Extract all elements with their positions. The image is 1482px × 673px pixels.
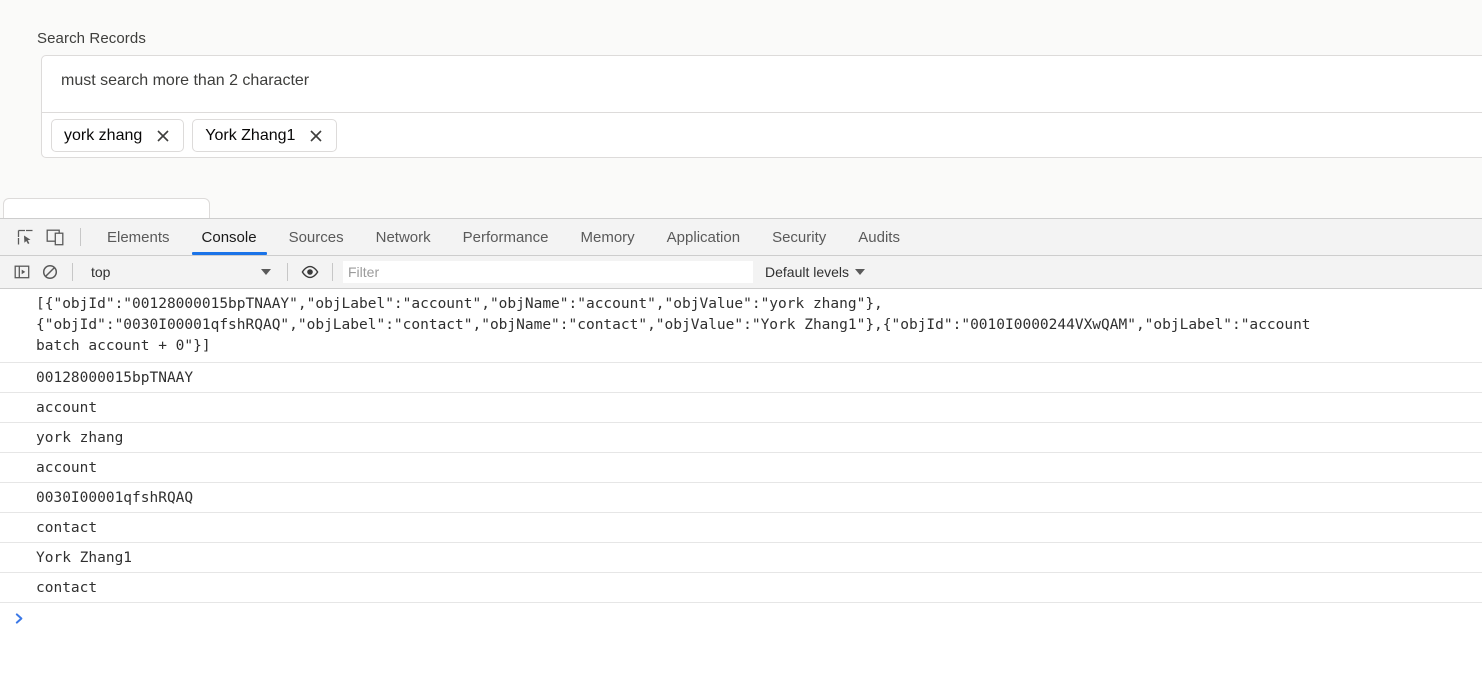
- console-log-row: contact: [0, 573, 1482, 603]
- clear-console-icon[interactable]: [36, 256, 64, 288]
- console-log-row: account: [0, 453, 1482, 483]
- console-log-row: contact: [0, 513, 1482, 543]
- tab-label: Console: [201, 228, 257, 246]
- inspect-element-icon[interactable]: [10, 219, 40, 255]
- log-levels-label: Default levels: [765, 264, 850, 280]
- live-expression-eye-icon[interactable]: [296, 256, 324, 288]
- device-toolbar-icon[interactable]: [40, 219, 70, 255]
- chevron-down-icon: [855, 269, 866, 275]
- toolbar-divider: [72, 263, 73, 281]
- chip-label: York Zhang1: [205, 126, 296, 144]
- devtools-panel: Elements Console Sources Network Performance…: [0, 218, 1482, 673]
- close-icon[interactable]: [305, 125, 327, 147]
- page-title: Search Records: [37, 30, 146, 47]
- chip-label: york zhang: [64, 126, 143, 144]
- search-records-page: Search Records york zhang York Zhang1: [0, 0, 1482, 218]
- page-residual-field: [3, 198, 210, 218]
- devtools-tabs: Elements Console Sources Network Performance…: [91, 219, 916, 255]
- tab-security[interactable]: Security: [756, 219, 842, 255]
- tab-sources[interactable]: Sources: [273, 219, 360, 255]
- console-log-row: [{"objId":"00128000015bpTNAAY","objLabel…: [0, 289, 1482, 363]
- console-log-rows: [{"objId":"00128000015bpTNAAY","objLabel…: [0, 289, 1482, 603]
- tab-performance[interactable]: Performance: [447, 219, 565, 255]
- console-log-row: York Zhang1: [0, 543, 1482, 573]
- console-log-line: [{"objId":"00128000015bpTNAAY","objLabel…: [36, 296, 883, 312]
- chevron-down-icon: [261, 269, 271, 275]
- devtools-tabbar: Elements Console Sources Network Performance…: [0, 219, 1482, 256]
- tab-elements[interactable]: Elements: [91, 219, 186, 255]
- execution-context-select[interactable]: top: [81, 259, 279, 285]
- tab-application[interactable]: Application: [651, 219, 756, 255]
- toolbar-divider: [80, 228, 81, 246]
- console-toolbar: top Default levels: [0, 256, 1482, 289]
- selected-chip[interactable]: york zhang: [51, 119, 185, 152]
- prompt-chevron-icon: [15, 612, 23, 624]
- tab-label: Memory: [580, 228, 635, 246]
- console-log-row: 00128000015bpTNAAY: [0, 363, 1482, 393]
- tab-audits[interactable]: Audits: [842, 219, 916, 255]
- console-log-line: batch account + 0"}]: [36, 338, 211, 354]
- tab-label: Security: [772, 228, 827, 246]
- close-icon[interactable]: [152, 125, 174, 147]
- search-combobox[interactable]: york zhang York Zhang1: [41, 55, 1482, 158]
- console-log-line: {"objId":"0030I00001qfshRQAQ","objLabel"…: [36, 317, 1311, 333]
- filter-input[interactable]: [343, 261, 753, 283]
- tab-label: Sources: [288, 228, 344, 246]
- tab-label: Performance: [462, 228, 549, 246]
- console-log[interactable]: [{"objId":"00128000015bpTNAAY","objLabel…: [0, 289, 1482, 672]
- selected-chip[interactable]: York Zhang1: [192, 119, 338, 152]
- console-sidebar-icon[interactable]: [8, 256, 36, 288]
- log-levels-select[interactable]: Default levels: [765, 264, 866, 280]
- selected-chips-row: york zhang York Zhang1: [42, 113, 338, 158]
- console-log-row: account: [0, 393, 1482, 423]
- tab-label: Application: [666, 228, 741, 246]
- console-prompt[interactable]: [0, 603, 1482, 633]
- console-log-row: york zhang: [0, 423, 1482, 453]
- tab-console[interactable]: Console: [186, 219, 273, 255]
- tab-label: Audits: [858, 228, 900, 246]
- console-log-row: 0030I00001qfshRQAQ: [0, 483, 1482, 513]
- tab-memory[interactable]: Memory: [565, 219, 651, 255]
- toolbar-divider: [332, 263, 333, 281]
- search-input[interactable]: [61, 72, 1441, 90]
- tab-label: Network: [375, 228, 431, 246]
- tab-network[interactable]: Network: [360, 219, 447, 255]
- search-input-wrapper[interactable]: [42, 56, 1482, 113]
- toolbar-divider: [287, 263, 288, 281]
- execution-context-value: top: [91, 264, 111, 280]
- tab-label: Elements: [107, 228, 170, 246]
